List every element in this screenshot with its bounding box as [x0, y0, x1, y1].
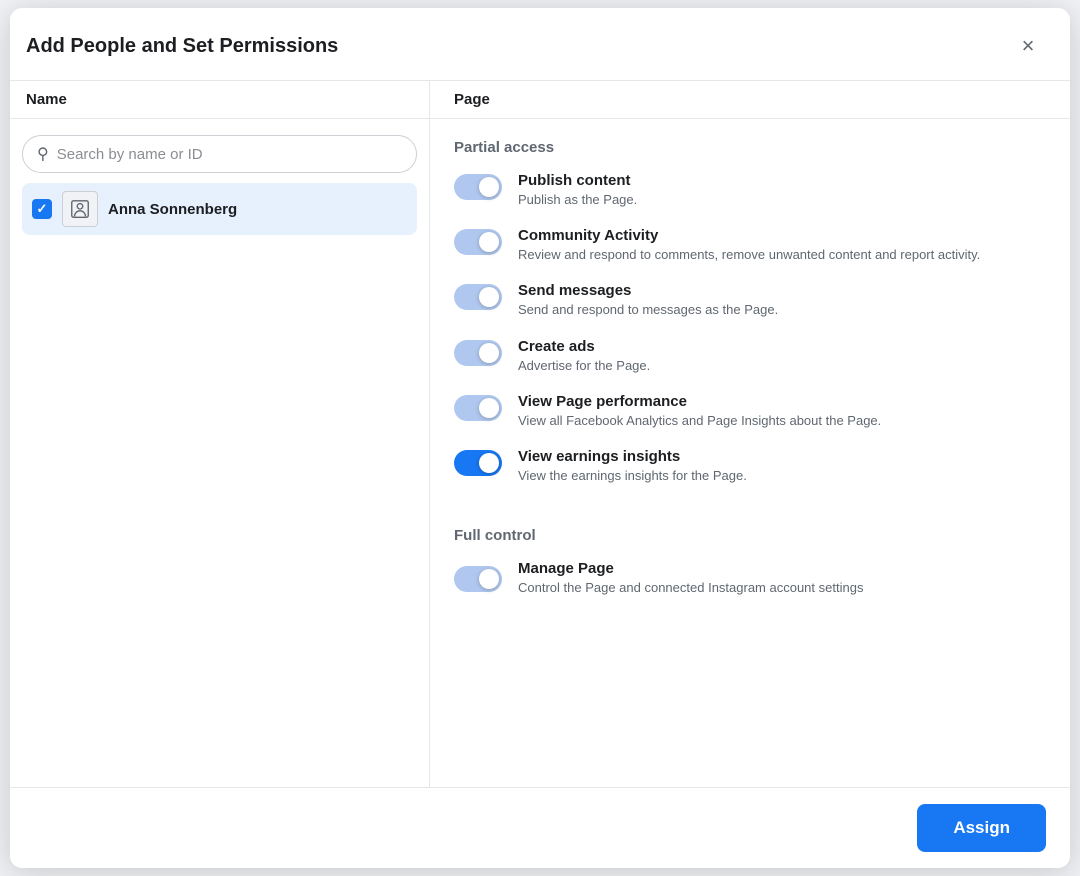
user-name: Anna Sonnenberg — [108, 201, 237, 218]
toggle-create-ads-wrap — [454, 340, 502, 371]
perm-text-create-ads: Create ads Advertise for the Page. — [518, 338, 650, 375]
toggle-knob — [479, 343, 499, 363]
columns-header: Name Page — [10, 81, 1070, 119]
perm-desc-view-page-performance: View all Facebook Analytics and Page Ins… — [518, 412, 881, 430]
toggle-knob — [479, 453, 499, 473]
toggle-view-earnings-insights-wrap — [454, 450, 502, 481]
full-control-label: Full control — [454, 527, 1046, 544]
permission-publish-content: Publish content Publish as the Page. — [454, 172, 1046, 209]
toggle-publish-content[interactable] — [454, 174, 502, 200]
toggle-knob — [479, 177, 499, 197]
toggle-knob — [479, 569, 499, 589]
perm-title-manage-page: Manage Page — [518, 560, 863, 577]
checkmark-icon: ✓ — [37, 201, 48, 217]
perm-desc-community-activity: Review and respond to comments, remove u… — [518, 246, 980, 264]
permission-view-earnings-insights: View earnings insights View the earnings… — [454, 448, 1046, 485]
perm-title-send-messages: Send messages — [518, 282, 778, 299]
search-icon: ⚲ — [37, 144, 49, 164]
perm-title-view-earnings-insights: View earnings insights — [518, 448, 747, 465]
user-avatar-icon — [62, 191, 98, 227]
perm-text-send-messages: Send messages Send and respond to messag… — [518, 282, 778, 319]
perm-text-view-earnings-insights: View earnings insights View the earnings… — [518, 448, 747, 485]
perm-desc-publish-content: Publish as the Page. — [518, 191, 637, 209]
modal-footer: Assign — [10, 787, 1070, 868]
permission-view-page-performance: View Page performance View all Facebook … — [454, 393, 1046, 430]
permission-manage-page: Manage Page Control the Page and connect… — [454, 560, 1046, 597]
perm-title-view-page-performance: View Page performance — [518, 393, 881, 410]
toggle-publish-content-wrap — [454, 174, 502, 205]
toggle-manage-page-wrap — [454, 562, 502, 597]
toggle-knob — [479, 398, 499, 418]
perm-text-community-activity: Community Activity Review and respond to… — [518, 227, 980, 264]
toggle-knob — [479, 287, 499, 307]
modal-title: Add People and Set Permissions — [26, 35, 338, 58]
toggle-manage-page[interactable] — [454, 566, 502, 592]
modal-header: Add People and Set Permissions × — [10, 8, 1070, 81]
name-column-header: Name — [10, 81, 430, 118]
permission-send-messages: Send messages Send and respond to messag… — [454, 282, 1046, 319]
perm-desc-manage-page: Control the Page and connected Instagram… — [518, 579, 863, 597]
perm-text-manage-page: Manage Page Control the Page and connect… — [518, 560, 863, 597]
left-column: ⚲ ✓ Anna Sonnenberg — [10, 119, 430, 787]
perm-title-publish-content: Publish content — [518, 172, 637, 189]
permission-create-ads: Create ads Advertise for the Page. — [454, 338, 1046, 375]
add-people-modal: Add People and Set Permissions × Name Pa… — [10, 8, 1070, 868]
perm-text-view-page-performance: View Page performance View all Facebook … — [518, 393, 881, 430]
toggle-view-earnings-insights[interactable] — [454, 450, 502, 476]
search-box[interactable]: ⚲ — [22, 135, 417, 173]
toggle-community-activity-wrap — [454, 229, 502, 260]
toggle-send-messages-wrap — [454, 284, 502, 315]
toggle-view-page-performance[interactable] — [454, 395, 502, 421]
perm-title-community-activity: Community Activity — [518, 227, 980, 244]
toggle-view-page-performance-wrap — [454, 395, 502, 426]
user-checkbox[interactable]: ✓ — [32, 199, 52, 219]
perm-title-create-ads: Create ads — [518, 338, 650, 355]
perm-desc-send-messages: Send and respond to messages as the Page… — [518, 301, 778, 319]
perm-desc-create-ads: Advertise for the Page. — [518, 357, 650, 375]
search-input[interactable] — [57, 146, 402, 163]
toggle-community-activity[interactable] — [454, 229, 502, 255]
close-button[interactable]: × — [1010, 28, 1046, 64]
perm-desc-view-earnings-insights: View the earnings insights for the Page. — [518, 467, 747, 485]
perm-text-publish-content: Publish content Publish as the Page. — [518, 172, 637, 209]
assign-button[interactable]: Assign — [917, 804, 1046, 852]
toggle-create-ads[interactable] — [454, 340, 502, 366]
user-item[interactable]: ✓ Anna Sonnenberg — [22, 183, 417, 235]
modal-body: ⚲ ✓ Anna Sonnenberg Partial acce — [10, 119, 1070, 787]
toggle-send-messages[interactable] — [454, 284, 502, 310]
right-column: Partial access Publish content Publish a… — [430, 119, 1070, 787]
page-column-header: Page — [430, 81, 1070, 118]
partial-access-label: Partial access — [454, 139, 1046, 156]
toggle-knob — [479, 232, 499, 252]
permission-community-activity: Community Activity Review and respond to… — [454, 227, 1046, 264]
